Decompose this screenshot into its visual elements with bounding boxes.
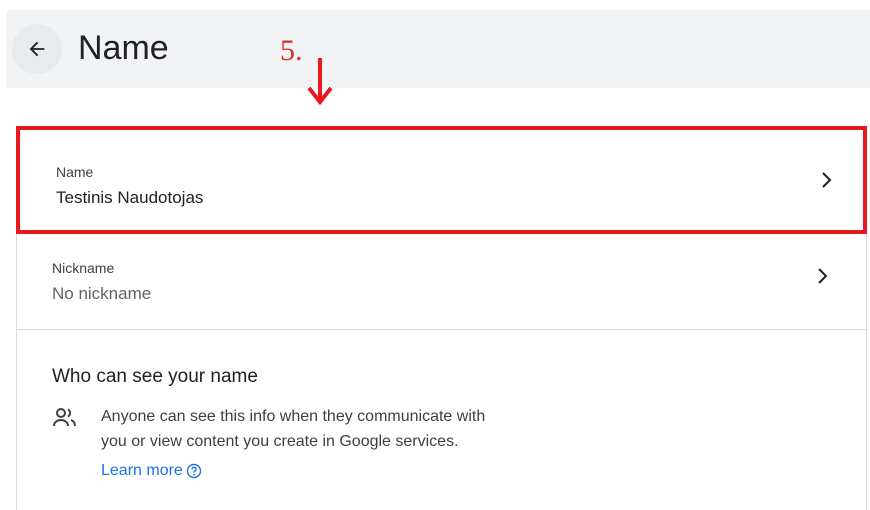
nickname-label: Nickname xyxy=(52,260,115,276)
nickname-value: No nickname xyxy=(52,284,152,303)
help-circle-icon xyxy=(186,463,202,479)
name-row[interactable]: Name Testinis Naudotojas xyxy=(16,126,867,234)
back-arrow-icon xyxy=(29,41,45,57)
visibility-line-1: Anyone can see this info when they commu… xyxy=(101,408,486,425)
page-title: Name xyxy=(78,29,169,67)
visibility-line-2: you or view content you create in Google… xyxy=(101,433,459,450)
visibility-section-title: Who can see your name xyxy=(52,366,258,387)
learn-more-link[interactable]: Learn more xyxy=(101,462,202,480)
page-header: Name xyxy=(6,10,870,88)
chevron-right-icon xyxy=(818,268,828,284)
annotation-step-number: 5. xyxy=(280,34,303,67)
down-arrow-icon xyxy=(307,58,333,106)
people-icon xyxy=(53,408,76,427)
name-label: Name xyxy=(56,164,94,180)
learn-more-label: Learn more xyxy=(101,462,183,479)
name-value: Testinis Naudotojas xyxy=(56,188,204,207)
nickname-row[interactable]: Nickname No nickname xyxy=(16,234,867,330)
chevron-right-icon xyxy=(822,172,832,188)
back-button[interactable] xyxy=(12,24,62,74)
visibility-description: Anyone can see this info when they commu… xyxy=(101,404,621,454)
